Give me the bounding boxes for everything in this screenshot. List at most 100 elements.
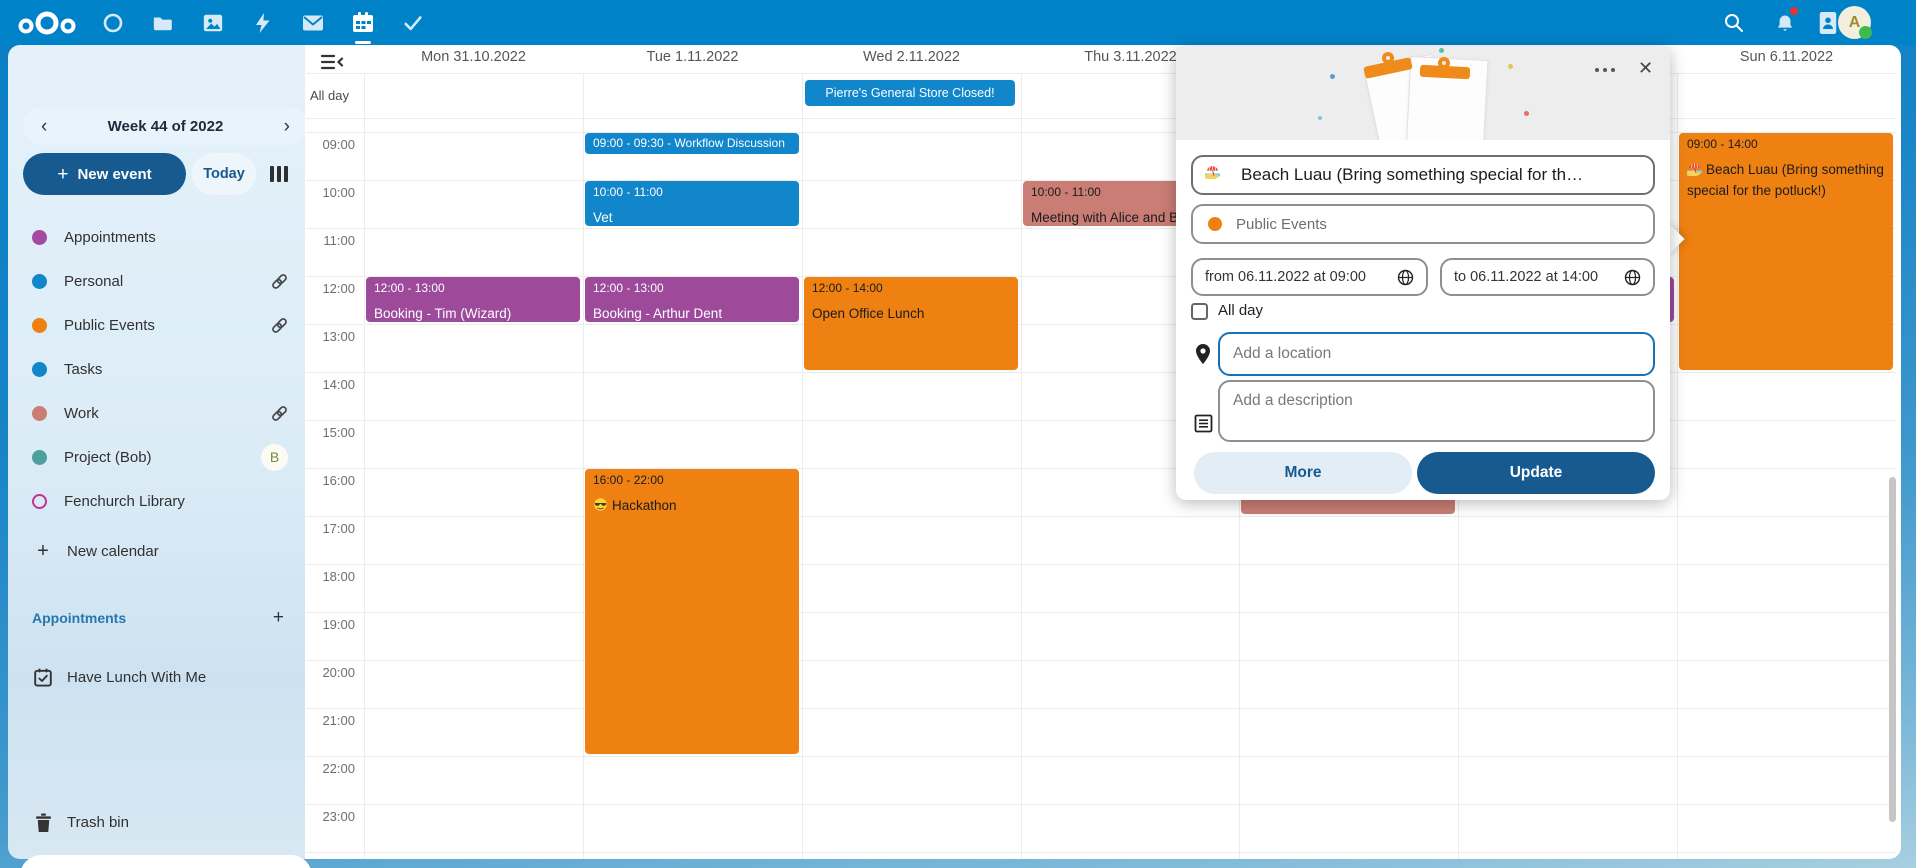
location-input[interactable] (1233, 345, 1640, 363)
plus-icon: + (32, 540, 54, 563)
section-title: Appointments (32, 610, 126, 626)
calendar-settings-button[interactable]: ⚙ Calendar settings (20, 855, 312, 868)
timezone-globe-icon[interactable] (1397, 269, 1414, 286)
calendar-select[interactable]: Public Events (1191, 204, 1655, 244)
appointment-config-item[interactable]: Have Lunch With Me (22, 659, 300, 695)
trash-bin-button[interactable]: Trash bin (22, 803, 300, 841)
event-title-field[interactable] (1191, 155, 1655, 195)
calendar-select-value: Public Events (1236, 216, 1327, 233)
location-field (1218, 332, 1655, 376)
avatar-letter: A (1849, 14, 1861, 32)
close-icon[interactable]: ✕ (1634, 54, 1657, 83)
calendar-app-page: A ‹ Week 44 of 2022 › + New event Today … (0, 0, 1916, 868)
update-button[interactable]: Update (1417, 452, 1655, 494)
share-link-icon[interactable] (271, 317, 288, 334)
calendar-toggle-dot[interactable] (32, 274, 47, 289)
calendar-toggle-dot[interactable] (32, 450, 47, 465)
timezone-globe-icon[interactable] (1624, 269, 1641, 286)
all-day-checkbox[interactable] (1191, 303, 1208, 320)
new-calendar-label: New calendar (67, 543, 159, 560)
calendar-event[interactable]: 12:00 - 14:00 Open Office Lunch (804, 277, 1018, 370)
time-label: 09:00 (295, 137, 355, 152)
hour-line (306, 804, 1896, 805)
calendar-check-icon (32, 668, 54, 687)
share-link-icon[interactable] (271, 405, 288, 422)
time-label: 23:00 (295, 809, 355, 824)
sidebar: ‹ Week 44 of 2022 › + New event Today Ap… (8, 45, 305, 859)
hour-line (306, 564, 1896, 565)
calendar-event[interactable]: 10:00 - 11:00 Vet (585, 181, 799, 226)
calendar-event[interactable]: 16:00 - 22:00 Hackathon (585, 469, 799, 754)
event-title: Open Office Lunch (812, 304, 1010, 325)
more-button[interactable]: More (1194, 452, 1412, 494)
column-line (1021, 73, 1022, 859)
description-input[interactable] (1233, 392, 1640, 428)
top-bar: A (0, 0, 1916, 45)
activity-app-icon[interactable] (241, 0, 285, 45)
event-title-input[interactable] (1241, 165, 1641, 185)
mail-app-icon[interactable] (291, 0, 335, 45)
appointments-section-header: Appointments + (32, 607, 300, 629)
week-navigation: ‹ Week 44 of 2022 › (23, 107, 308, 145)
search-icon[interactable] (1711, 0, 1755, 45)
notifications-bell-icon[interactable] (1763, 0, 1807, 45)
sidebar-calendar-item[interactable]: Project (Bob)B (22, 437, 300, 477)
calendar-event[interactable]: 12:00 - 13:00 Booking - Tim (Wizard) (366, 277, 580, 322)
all-day-event[interactable]: Pierre's General Store Closed! (805, 80, 1015, 106)
day-header: Tue 1.11.2022 (583, 49, 802, 71)
sidebar-calendar-item[interactable]: Tasks (22, 349, 300, 389)
tasks-app-icon[interactable] (391, 0, 435, 45)
day-header: Wed 2.11.2022 (802, 49, 1021, 71)
time-label: 11:00 (295, 233, 355, 248)
hour-line (306, 516, 1896, 517)
calendar-toggle-dot[interactable] (32, 362, 47, 377)
new-calendar-button[interactable]: + New calendar (22, 533, 300, 569)
time-label: 19:00 (295, 617, 355, 632)
shared-user-badge: B (261, 444, 288, 471)
calendar-toggle-dot[interactable] (32, 318, 47, 333)
sidebar-calendar-item[interactable]: Public Events (22, 305, 300, 345)
event-time: 16:00 - 22:00 (593, 473, 791, 489)
calendar-event[interactable]: 09:00 - 14:00 Beach Luau (Bring somethin… (1679, 133, 1893, 370)
view-columns-icon[interactable] (270, 166, 288, 182)
new-event-button[interactable]: + New event (23, 153, 186, 195)
hour-line (306, 852, 1896, 853)
dashboard-app-icon[interactable] (91, 0, 135, 45)
files-app-icon[interactable] (141, 0, 185, 45)
today-label: Today (203, 166, 245, 182)
time-label: 13:00 (295, 329, 355, 344)
calendar-toggle-dot[interactable] (32, 230, 47, 245)
event-title: Beach Luau (Bring something special for … (1687, 160, 1885, 202)
actions-menu-button[interactable] (1591, 64, 1619, 76)
calendar-app-icon[interactable] (341, 0, 385, 45)
add-appointment-button[interactable]: + (273, 607, 284, 629)
time-label: 21:00 (295, 713, 355, 728)
time-label: 12:00 (295, 281, 355, 296)
start-datetime-field[interactable]: from 06.11.2022 at 09:00 (1191, 258, 1428, 296)
beach-emoji-icon (1687, 161, 1702, 176)
calendar-event[interactable]: 09:00 - 09:30 - Workflow Discussion (585, 133, 799, 154)
calendar-event[interactable]: 12:00 - 13:00 Booking - Arthur Dent (585, 277, 799, 322)
notification-badge (1790, 7, 1798, 15)
sunglasses-emoji-icon (593, 497, 608, 512)
next-week-button[interactable]: › (280, 117, 294, 136)
share-link-icon[interactable] (271, 273, 288, 290)
sidebar-calendar-item[interactable]: Personal (22, 261, 300, 301)
day-header: Mon 31.10.2022 (364, 49, 583, 71)
column-line (583, 73, 584, 859)
sidebar-calendar-item[interactable]: Work (22, 393, 300, 433)
sidebar-calendar-item[interactable]: Fenchurch Library (22, 481, 300, 521)
vertical-scrollbar[interactable] (1889, 477, 1896, 822)
all-day-checkbox-label: All day (1218, 302, 1263, 319)
nextcloud-logo[interactable] (14, 0, 80, 45)
photos-app-icon[interactable] (191, 0, 235, 45)
sidebar-calendar-item[interactable]: Appointments (22, 217, 300, 257)
end-datetime-field[interactable]: to 06.11.2022 at 14:00 (1440, 258, 1655, 296)
event-time: 12:00 - 14:00 (812, 281, 1010, 297)
calendar-toggle-dot[interactable] (32, 494, 47, 509)
calendar-toggle-dot[interactable] (32, 406, 47, 421)
previous-week-button[interactable]: ‹ (37, 117, 51, 136)
end-datetime-value: to 06.11.2022 at 14:00 (1454, 269, 1598, 285)
hour-line (306, 612, 1896, 613)
today-button[interactable]: Today (192, 153, 256, 195)
